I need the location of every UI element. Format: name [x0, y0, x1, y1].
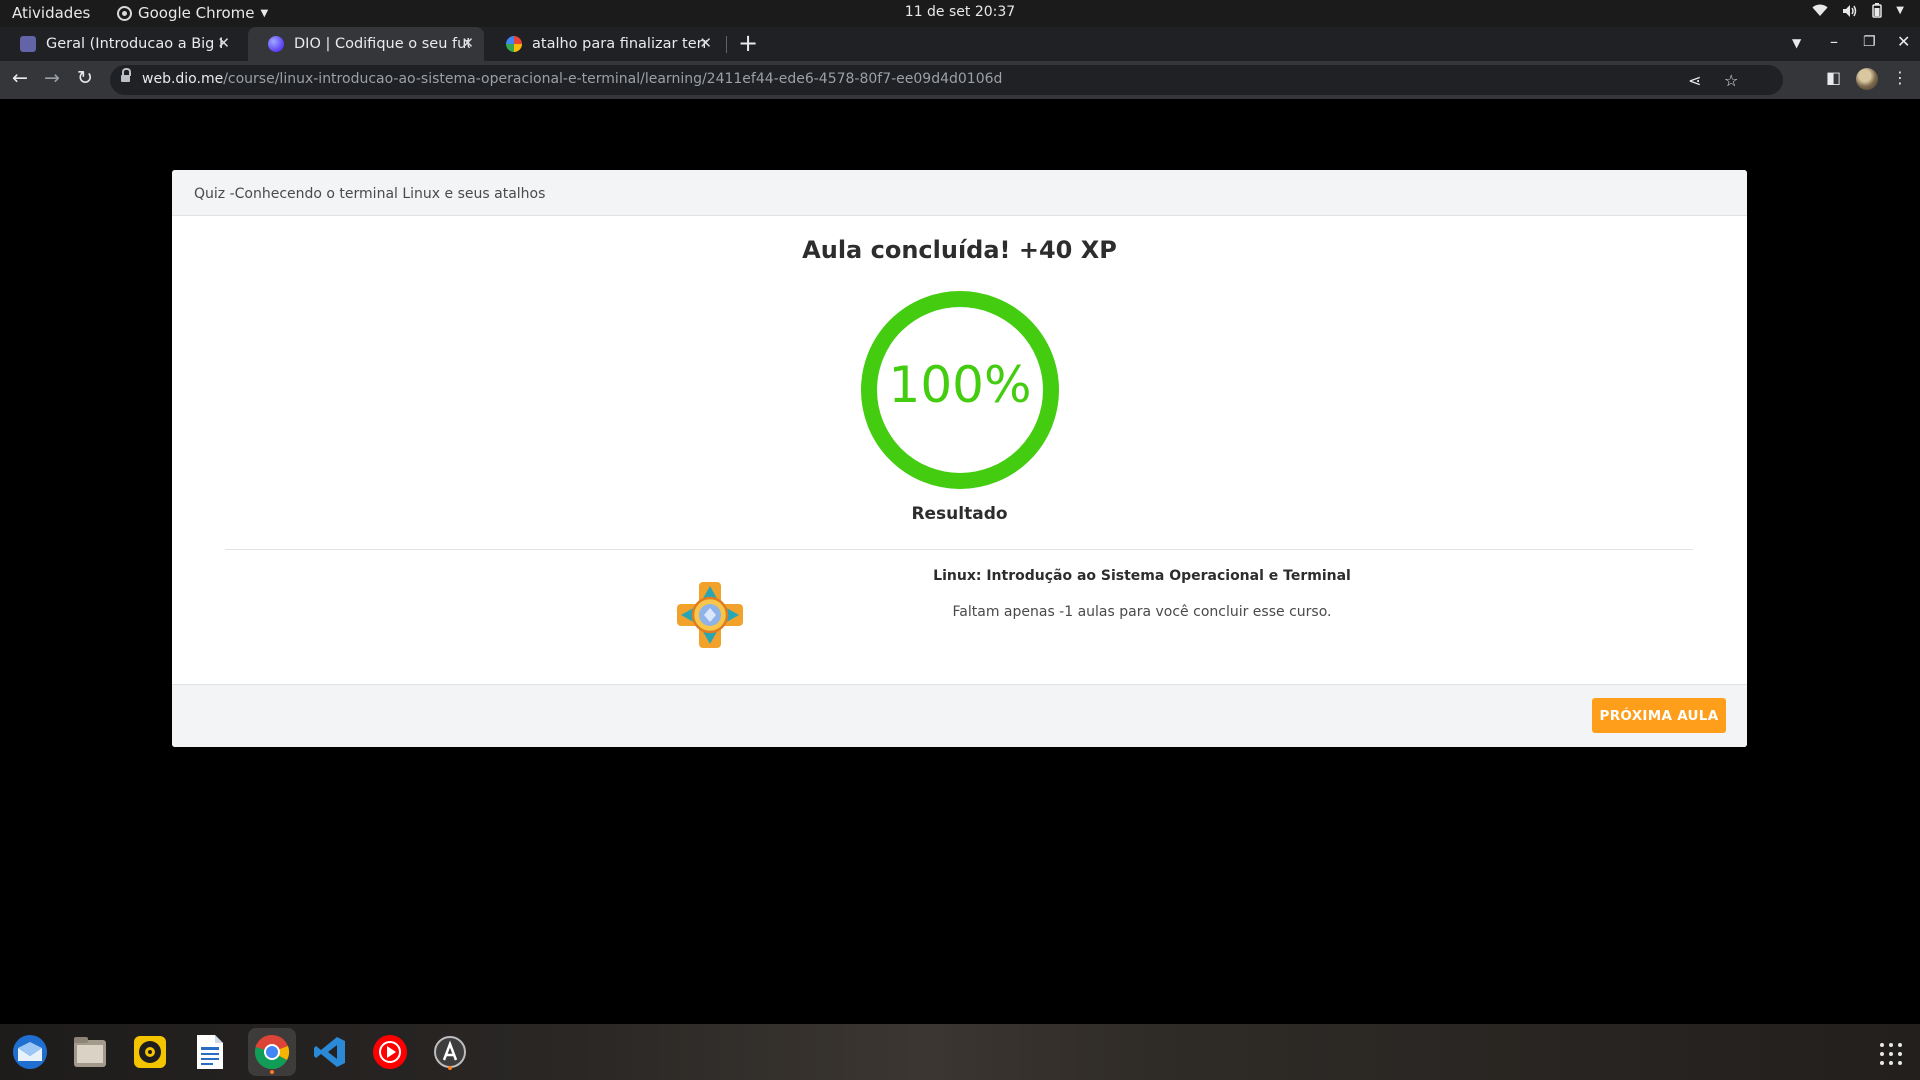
- quiz-footer: PRÓXIMA AULA: [172, 684, 1747, 747]
- quiz-result-body: Aula concluída! +40 XP 100% Resultado Li…: [172, 216, 1747, 684]
- url-path: /course/linux-introducao-ao-sistema-oper…: [223, 71, 1003, 87]
- dock: [0, 1024, 1920, 1080]
- close-window-button[interactable]: ✕: [1897, 32, 1910, 51]
- dock-item-youtube-music[interactable]: [370, 1032, 410, 1072]
- new-tab-button[interactable]: +: [738, 29, 758, 57]
- youtube-music-icon: [373, 1035, 407, 1069]
- close-icon[interactable]: ✕: [699, 34, 712, 52]
- show-applications-icon[interactable]: [1880, 1043, 1902, 1065]
- dock-item-rhythmbox[interactable]: [130, 1032, 170, 1072]
- writer-icon: [197, 1035, 223, 1069]
- browser-toolbar: ← → ↻ web.dio.me/course/linux-introducao…: [0, 61, 1920, 99]
- result-label: Resultado: [911, 504, 1008, 524]
- lesson-complete-title: Aula concluída! +40 XP: [802, 236, 1117, 264]
- volume-icon: [1843, 4, 1857, 17]
- share-icon[interactable]: ⋖: [1688, 71, 1701, 90]
- restore-button[interactable]: ❐: [1863, 34, 1876, 50]
- lock-icon[interactable]: [121, 68, 131, 84]
- google-icon: [506, 36, 522, 52]
- tab-google-search[interactable]: atalho para finalizar terminal ✕: [486, 27, 722, 61]
- rhythmbox-icon: [134, 1036, 166, 1068]
- url-host: web.dio.me: [142, 71, 224, 87]
- score-percent-label: 100%: [888, 356, 1032, 414]
- tab-title: Geral (Introducao a Big Data: [46, 36, 222, 52]
- profile-avatar[interactable]: [1856, 68, 1878, 90]
- running-indicator: [270, 1070, 274, 1074]
- remaining-lessons-message: Faltam apenas -1 aulas para você conclui…: [952, 604, 1332, 620]
- more-menu-icon[interactable]: ⋮: [1892, 68, 1908, 87]
- close-icon[interactable]: ✕: [217, 34, 230, 52]
- close-icon[interactable]: ✕: [461, 34, 474, 52]
- bookmark-star-icon[interactable]: ☆: [1724, 71, 1738, 90]
- address-bar[interactable]: web.dio.me/course/linux-introducao-ao-si…: [110, 65, 1783, 95]
- quiz-header: Quiz -Conhecendo o terminal Linux e seus…: [172, 170, 1747, 216]
- quiz-result-modal: Quiz -Conhecendo o terminal Linux e seus…: [172, 170, 1747, 747]
- battery-icon: [1872, 3, 1883, 18]
- side-panel-icon[interactable]: ◧: [1826, 68, 1841, 87]
- wifi-icon: [1812, 4, 1828, 16]
- tab-geral[interactable]: Geral (Introducao a Big Data ✕: [0, 27, 240, 61]
- tab-title: atalho para finalizar terminal: [532, 36, 708, 52]
- back-button[interactable]: ←: [12, 67, 28, 89]
- forward-button[interactable]: →: [44, 67, 60, 89]
- system-top-bar: Atividades Google Chrome ▼ 11 de set 20:…: [0, 0, 1920, 27]
- files-icon: [74, 1037, 106, 1067]
- dio-icon: [268, 36, 284, 52]
- divider: [225, 549, 1693, 550]
- course-badge-icon: [677, 582, 743, 648]
- reload-button[interactable]: ↻: [77, 67, 93, 89]
- minimize-button[interactable]: –: [1830, 32, 1838, 51]
- teams-icon: [20, 36, 36, 52]
- chevron-down-icon: ▼: [1896, 5, 1904, 16]
- url-text[interactable]: web.dio.me/course/linux-introducao-ao-si…: [142, 71, 1002, 87]
- vscode-icon: [314, 1037, 345, 1067]
- course-name: Linux: Introdução ao Sistema Operacional…: [933, 568, 1351, 584]
- thunderbird-icon: [13, 1035, 47, 1069]
- clock[interactable]: 11 de set 20:37: [0, 4, 1920, 20]
- dock-item-software[interactable]: [430, 1032, 470, 1072]
- system-tray[interactable]: ▼: [1812, 3, 1904, 18]
- dock-item-files[interactable]: [70, 1032, 110, 1072]
- tab-search-button[interactable]: ▼: [1792, 36, 1801, 50]
- dock-item-vscode[interactable]: [310, 1032, 350, 1072]
- chrome-icon: [254, 1034, 290, 1070]
- tab-separator: [726, 36, 727, 53]
- software-icon: [434, 1036, 466, 1068]
- running-indicator: [448, 1066, 452, 1070]
- tab-dio[interactable]: DIO | Codifique o seu futuro ✕: [248, 27, 484, 61]
- dock-item-thunderbird[interactable]: [10, 1032, 50, 1072]
- dock-item-chrome[interactable]: [248, 1028, 296, 1076]
- tab-strip: Geral (Introducao a Big Data ✕ DIO | Cod…: [0, 27, 1920, 61]
- dock-item-writer[interactable]: [190, 1032, 230, 1072]
- tab-title: DIO | Codifique o seu futuro: [294, 36, 470, 52]
- next-lesson-button[interactable]: PRÓXIMA AULA: [1592, 698, 1726, 733]
